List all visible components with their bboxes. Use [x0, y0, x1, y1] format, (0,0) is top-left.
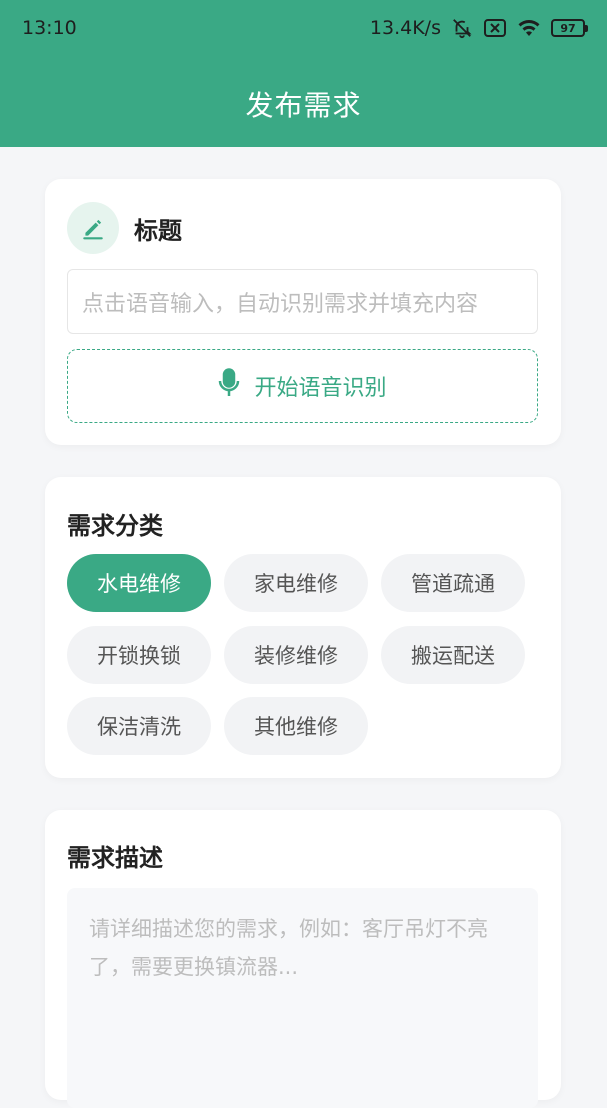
title-row: 标题	[67, 202, 182, 254]
category-title: 需求分类	[67, 512, 163, 540]
pencil-icon	[67, 202, 119, 254]
title-card: 标题 点击语音输入，自动识别需求并填充内容 开始语音识别	[45, 179, 561, 445]
battery-icon: 97	[551, 19, 588, 37]
chip-moving-delivery[interactable]: 搬运配送	[381, 626, 525, 684]
title-label: 标题	[134, 216, 182, 245]
chip-pipe-unclog[interactable]: 管道疏通	[381, 554, 525, 612]
chip-renovation-repair[interactable]: 装修维修	[224, 626, 368, 684]
bell-muted-icon	[451, 17, 473, 39]
app-bar: 13:10 13.4K/s 97 发布需求	[0, 0, 607, 147]
wifi-icon	[517, 18, 541, 38]
description-textarea[interactable]: 请详细描述您的需求，例如：客厅吊灯不亮了，需要更换镇流器...	[67, 888, 538, 1108]
chip-plumbing-electrical[interactable]: 水电维修	[67, 554, 211, 612]
status-icons: 13.4K/s 97	[369, 17, 588, 39]
status-bar: 13:10 13.4K/s 97	[0, 0, 607, 56]
category-card: 需求分类 水电维修 家电维修 管道疏通 开锁换锁 装修维修 搬运配送 保洁清洗 …	[45, 477, 561, 778]
title-input[interactable]: 点击语音输入，自动识别需求并填充内容	[67, 269, 538, 334]
chip-locksmith[interactable]: 开锁换锁	[67, 626, 211, 684]
voice-recognition-button[interactable]: 开始语音识别	[67, 349, 538, 423]
microphone-icon	[218, 368, 240, 404]
description-title: 需求描述	[67, 844, 163, 872]
chip-cleaning[interactable]: 保洁清洗	[67, 697, 211, 755]
sim-off-icon	[483, 18, 507, 38]
description-card: 需求描述 请详细描述您的需求，例如：客厅吊灯不亮了，需要更换镇流器...	[45, 810, 561, 1108]
network-speed: 13.4K/s	[369, 17, 441, 39]
chip-other-repair[interactable]: 其他维修	[224, 697, 368, 755]
status-time: 13:10	[22, 17, 77, 39]
voice-button-label: 开始语音识别	[254, 376, 387, 401]
chip-appliance-repair[interactable]: 家电维修	[224, 554, 368, 612]
page-title: 发布需求	[245, 89, 362, 122]
